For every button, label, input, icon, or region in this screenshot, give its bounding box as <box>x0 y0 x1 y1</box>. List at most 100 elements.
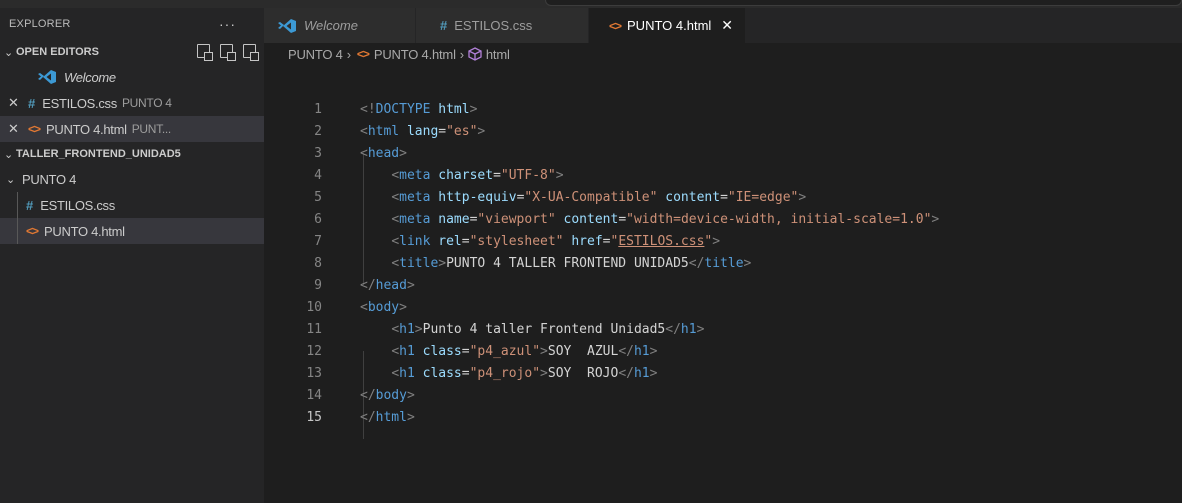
close-icon[interactable]: ✕ <box>721 17 733 34</box>
code-line[interactable]: 14 </body> <box>264 384 1182 406</box>
code-token: "viewport" <box>477 211 556 227</box>
file-name: PUNTO 4.html <box>44 223 125 239</box>
code-line[interactable]: 9 </head> <box>264 274 1182 296</box>
code-text: <h1 class="p4_azul">SOY AZUL</h1> <box>360 344 657 359</box>
code-line[interactable]: 5 <meta http-equiv = "X-UA-Compatible" con… <box>264 186 1182 208</box>
open-editor-name: Welcome <box>64 69 116 85</box>
code-token: html <box>438 101 470 117</box>
line-number: 4 <box>314 167 322 183</box>
code-line[interactable]: 4 <meta charset="UTF-8"> <box>264 164 1182 186</box>
code-line[interactable]: 2 <html lang="es"> <box>264 120 1182 142</box>
code-token: < <box>391 189 400 205</box>
open-editor-punto4-html[interactable]: ✕ <> PUNTO 4.html PUNT... <box>0 116 264 142</box>
open-editor-estilos-css[interactable]: ✕ # ESTILOS.css PUNTO 4 <box>0 90 264 116</box>
explorer-title: EXPLORER <box>9 18 71 30</box>
code-text: <title>PUNTO 4 TALLER FRONTEND UNIDAD5</… <box>360 256 751 271</box>
breadcrumb-folder[interactable]: PUNTO 4 <box>288 47 343 62</box>
code-line[interactable]: 3 <head> <box>264 142 1182 164</box>
open-editor-name: PUNTO 4.html <box>46 121 127 137</box>
open-editors-label: OPEN EDITORS <box>16 46 99 58</box>
code-token: content <box>665 189 721 205</box>
open-editors-actions <box>197 44 259 61</box>
code-token: > <box>649 343 658 359</box>
code-token: h1 <box>633 343 650 359</box>
more-actions-icon[interactable]: ··· <box>219 16 236 32</box>
code-token: head <box>375 277 407 293</box>
code-editor[interactable]: 1 <!DOCTYPE html> 2 <html lang="es"> 3 <head>… <box>264 65 1182 503</box>
code-token: = <box>438 123 447 139</box>
folder-name: PUNTO 4 <box>22 171 77 187</box>
code-line[interactable]: 7 <link rel="stylesheet" href="ESTILOS.c… <box>264 230 1182 252</box>
code-token: SOY ROJO <box>547 365 619 381</box>
code-line[interactable]: 6 <meta name="viewport" content="width=d… <box>264 208 1182 230</box>
code-token: > <box>540 365 548 381</box>
code-token: body <box>375 387 407 403</box>
line-number: 9 <box>314 277 322 293</box>
tab-punto4-html[interactable]: <> PUNTO 4.html ✕ <box>589 8 747 43</box>
tab-label: PUNTO 4.html <box>627 18 712 33</box>
folder-punto4[interactable]: ⌄ PUNTO 4 <box>0 166 264 192</box>
code-token: </ <box>618 343 634 359</box>
code-token: = <box>493 167 501 183</box>
line-number: 14 <box>306 387 322 403</box>
close-icon[interactable]: ✕ <box>8 121 24 137</box>
code-token: html <box>367 123 400 139</box>
code-token: title <box>704 255 744 271</box>
close-all-icon[interactable] <box>243 44 259 61</box>
code-token: meta <box>399 167 431 183</box>
tab-estilos-css[interactable]: # ESTILOS.css <box>416 8 589 43</box>
file-estilos-css[interactable]: # ESTILOS.css <box>0 192 264 218</box>
code-line[interactable]: 11 <h1>Punto 4 taller Frontend Unidad5</… <box>264 318 1182 340</box>
breadcrumb-file[interactable]: PUNTO 4.html <box>374 47 456 62</box>
code-token: > <box>540 343 548 359</box>
code-text: <h1 class="p4_rojo">SOY ROJO</h1> <box>360 366 657 381</box>
code-token: < <box>391 343 400 359</box>
css-file-icon: # <box>440 18 448 33</box>
line-number: 8 <box>314 255 322 271</box>
code-text: <meta charset="UTF-8"> <box>360 167 564 183</box>
code-token: > <box>555 167 564 183</box>
code-token: > <box>406 409 415 425</box>
code-token: head <box>367 145 400 161</box>
code-line[interactable]: 13 <h1 class="p4_rojo">SOY ROJO</h1> <box>264 362 1182 384</box>
code-token: Punto 4 taller Frontend Unidad5 <box>422 321 666 337</box>
open-editors-section[interactable]: ⌄ OPEN EDITORS <box>0 40 264 64</box>
command-center[interactable] <box>545 0 1182 6</box>
code-token: < <box>391 255 400 271</box>
file-punto4-html[interactable]: <> PUNTO 4.html <box>0 218 264 244</box>
close-icon[interactable]: ✕ <box>8 95 24 111</box>
chevron-down-icon[interactable]: ⌄ <box>4 148 14 161</box>
tab-welcome[interactable]: Welcome <box>264 8 416 43</box>
code-token: < <box>360 123 368 139</box>
workspace-section[interactable]: ⌄ TALLER_FRONTEND_UNIDAD5 <box>0 142 264 166</box>
save-all-icon[interactable] <box>220 44 236 61</box>
vscode-icon <box>38 70 56 84</box>
code-token: </ <box>360 277 376 293</box>
breadcrumb: PUNTO 4 › <> PUNTO 4.html › html <box>264 43 1182 65</box>
code-line[interactable]: 1 <!DOCTYPE html> <box>264 98 1182 120</box>
cube-symbol-icon <box>468 47 482 61</box>
code-token: </ <box>688 255 705 271</box>
code-token: title <box>399 255 439 271</box>
code-token: > <box>438 255 447 271</box>
code-line[interactable]: 15 </html> <box>264 406 1182 428</box>
open-editor-welcome[interactable]: Welcome <box>0 64 264 90</box>
css-file-icon: # <box>26 197 34 213</box>
chevron-down-icon[interactable]: ⌄ <box>4 46 14 59</box>
code-line[interactable]: 10 <body> <box>264 296 1182 318</box>
code-line[interactable]: 8 <title>PUNTO 4 TALLER FRONTEND UNIDAD5… <box>264 252 1182 274</box>
breadcrumb-symbol[interactable]: html <box>486 47 510 62</box>
code-token: < <box>391 321 400 337</box>
code-text: <meta http-equiv = "X-UA-Compatible" conte… <box>360 190 806 205</box>
line-number: 15 <box>306 409 322 425</box>
code-token: h1 <box>399 365 415 381</box>
line-number: 3 <box>314 145 322 161</box>
new-untitled-file-icon[interactable] <box>197 44 213 61</box>
code-token: > <box>798 189 807 205</box>
code-token: = <box>461 233 470 249</box>
code-token: link <box>399 233 431 249</box>
code-line[interactable]: 12 <h1 class="p4_azul">SOY AZUL</h1> <box>264 340 1182 362</box>
